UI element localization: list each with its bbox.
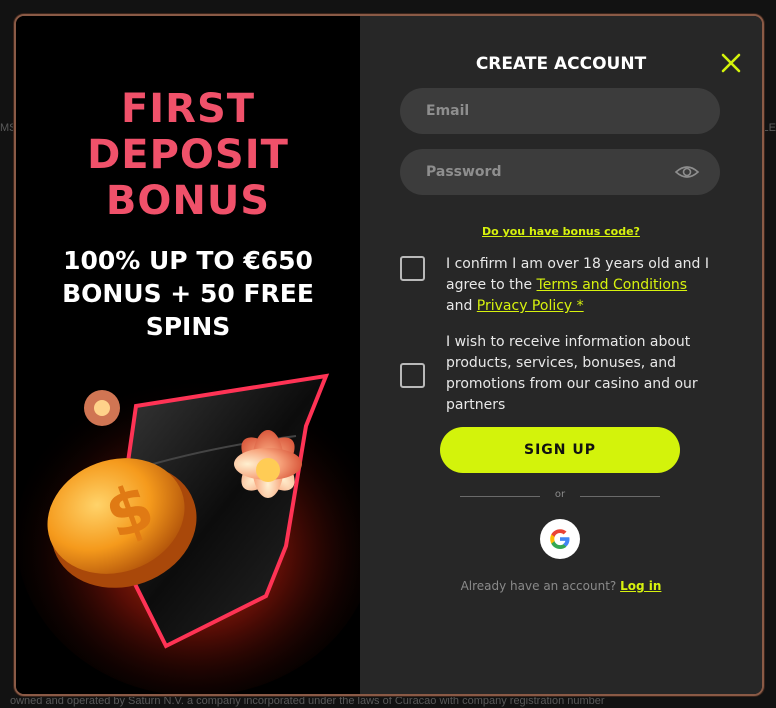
promo-title: FIRST DEPOSIT BONUS [16, 86, 360, 224]
promo-title-line: DEPOSIT [87, 132, 289, 178]
form-title: CREATE ACCOUNT [475, 54, 647, 74]
signup-form-panel: CREATE ACCOUNT Do you have bonus code? I… [360, 16, 762, 694]
signup-modal: FIRST DEPOSIT BONUS 100% UP TO €650 BONU… [14, 14, 764, 696]
promo-offer: 100% UP TO €650 BONUS + 50 FREE SPINS [16, 244, 360, 343]
age-confirm-label: I confirm I am over 18 years old and I a… [446, 254, 716, 317]
promo-offer-line: BONUS + 50 FREE [62, 279, 314, 308]
promo-panel: FIRST DEPOSIT BONUS 100% UP TO €650 BONU… [16, 16, 360, 694]
age-confirm-checkbox[interactable] [400, 256, 425, 281]
terms-link[interactable]: Terms and Conditions [537, 277, 688, 293]
promo-title-line: FIRST [120, 86, 256, 132]
age-confirm-and: and [446, 298, 477, 314]
login-link[interactable]: Log in [620, 579, 661, 593]
or-label: or [554, 489, 566, 500]
promo-title-line: BONUS [105, 178, 271, 224]
sign-up-button[interactable]: SIGN UP [440, 427, 680, 473]
google-icon [550, 529, 570, 549]
or-divider: or [460, 489, 660, 502]
small-flower-icon [84, 390, 120, 426]
password-input[interactable] [400, 149, 720, 195]
background-footer-text: owned and operated by Saturn N.V. a comp… [10, 695, 605, 707]
already-have-account-text: Already have an account? [460, 579, 621, 593]
close-icon[interactable] [720, 52, 742, 74]
email-input[interactable] [400, 88, 720, 134]
google-signin-button[interactable] [540, 519, 580, 559]
promo-offer-line: SPINS [145, 312, 231, 341]
background-text-right: LE [762, 122, 776, 134]
privacy-policy-link[interactable]: Privacy Policy * [477, 298, 584, 314]
divider-line [580, 496, 660, 497]
login-prompt: Already have an account? Log in [360, 579, 762, 593]
marketing-consent-label: I wish to receive information about prod… [446, 334, 698, 413]
promo-illustration: $ [16, 373, 360, 694]
show-password-eye-icon[interactable] [674, 162, 700, 182]
marketing-consent-checkbox[interactable] [400, 363, 425, 388]
bonus-code-link[interactable]: Do you have bonus code? [360, 225, 762, 238]
promo-offer-line: 100% UP TO €650 [63, 246, 313, 275]
